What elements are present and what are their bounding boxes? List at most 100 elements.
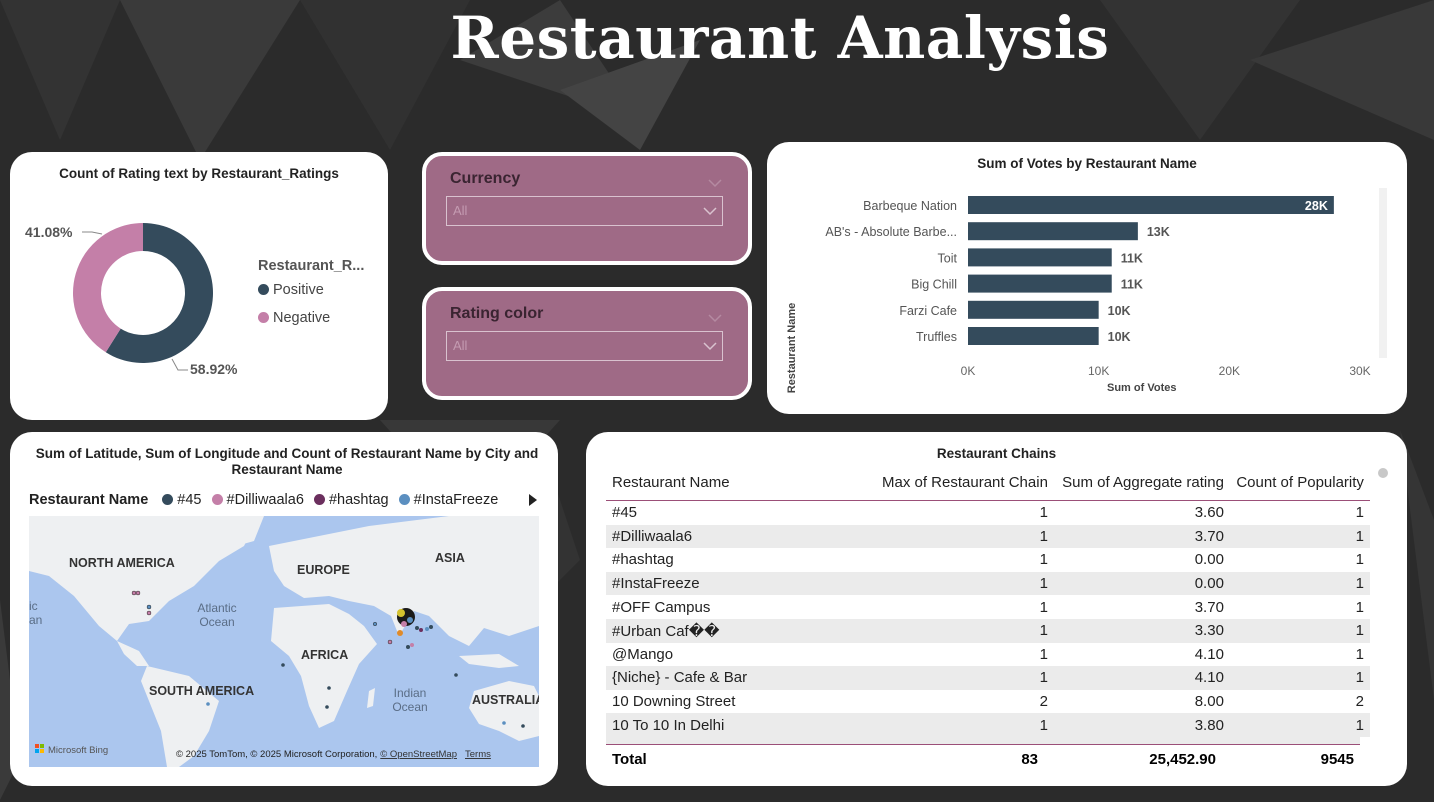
osm-link[interactable]: © OpenStreetMap xyxy=(380,749,457,760)
cell-popularity: 1 xyxy=(1229,713,1370,737)
bar[interactable] xyxy=(968,274,1112,293)
map-label-indian-ocean: Indian Ocean xyxy=(392,686,427,714)
cell-aggregate-rating: 3.70 xyxy=(1194,598,1224,616)
total-chain: 83 xyxy=(1021,751,1038,768)
votes-x-axis-label: Sum of Votes xyxy=(1107,382,1177,394)
table-row[interactable]: @Mango 1 4.10 1 xyxy=(606,643,1370,667)
table-row[interactable]: 10 Downing Street 2 8.00 2 xyxy=(606,690,1370,714)
legend-next-arrow-icon[interactable] xyxy=(528,494,538,506)
cell-restaurant-name: #Urban Caf�� xyxy=(606,618,876,643)
y-category-label: Farzi Cafe xyxy=(899,304,957,318)
column-header-aggregate-rating[interactable]: Sum of Aggregate rating xyxy=(1054,464,1230,501)
map-label-south-america: SOUTH AMERICA xyxy=(149,684,254,698)
map-legend-item[interactable]: #hashtag xyxy=(313,492,389,508)
column-header-popularity[interactable]: Count of Popularity xyxy=(1230,464,1370,501)
legend-marker xyxy=(162,494,174,505)
bar[interactable] xyxy=(968,327,1099,345)
map-legend-label: #Dilliwaala6 xyxy=(226,492,304,508)
currency-dropdown[interactable]: All xyxy=(446,196,723,226)
donut-slice-negative[interactable] xyxy=(73,223,143,353)
cell-popularity: 1 xyxy=(1229,618,1370,643)
map-legend-item[interactable]: #InstaFreeze xyxy=(398,492,499,508)
votes-y-axis-label: Restaurant Name xyxy=(786,302,798,394)
x-tick-label: 30K xyxy=(1349,364,1370,378)
bar[interactable] xyxy=(968,248,1112,267)
table-row[interactable]: 10 To 10 In Delhi 1 3.80 1 xyxy=(606,713,1370,737)
map-attribution: © 2025 TomTom, © 2025 Microsoft Corporat… xyxy=(176,749,491,760)
leader-line xyxy=(82,231,103,235)
legend-marker-negative xyxy=(258,312,269,323)
map-card: Sum of Latitude, Sum of Longitude and Co… xyxy=(10,432,558,786)
cell-max-chain: 1 xyxy=(876,618,1054,643)
votes-bar-card: Sum of Votes by Restaurant Name 0K 10K 20K… xyxy=(767,142,1407,414)
bar[interactable] xyxy=(968,196,1334,214)
table-row[interactable]: #Urban Caf�� 1 3.30 1 xyxy=(606,618,1370,643)
total-label: Total xyxy=(612,751,647,768)
cell-popularity: 1 xyxy=(1355,504,1364,522)
rating-donut-card: Count of Rating text by Restaurant_Ratin… xyxy=(10,152,388,420)
table-row[interactable]: #45 1 3.60 1 xyxy=(606,501,1370,525)
legend-marker xyxy=(398,494,410,505)
terms-link[interactable]: Terms xyxy=(465,749,491,760)
donut-chart: 58.92% 41.08% xyxy=(25,223,238,377)
y-category-label: Truffles xyxy=(916,330,957,344)
table-row[interactable]: {Niche} - Cafe & Bar 1 4.10 1 xyxy=(606,666,1370,690)
collapse-chevron-icon[interactable] xyxy=(708,178,722,188)
cell-popularity: 1 xyxy=(1229,524,1370,549)
map-legend-item[interactable]: #45 xyxy=(162,492,202,508)
donut-legend-title: Restaurant_R... xyxy=(258,258,365,274)
page-title: Restaurant Analysis xyxy=(450,4,1110,72)
table-row[interactable]: #InstaFreeze 1 0.00 1 xyxy=(606,571,1370,596)
leader-line xyxy=(171,358,188,371)
table-row[interactable]: #hashtag 1 0.00 1 xyxy=(606,548,1370,572)
total-popularity: 9545 xyxy=(1320,751,1354,768)
cell-max-chain: 1 xyxy=(876,713,1054,737)
map-legend: Restaurant Name #45 #Dilliwaala6 #hashta… xyxy=(29,492,549,512)
cell-aggregate-rating: 4.10 xyxy=(1194,645,1224,663)
bar-data-label: 28K xyxy=(1305,199,1328,213)
cell-max-chain: 1 xyxy=(876,524,1054,549)
column-header-max-chain[interactable]: Max of Restaurant Chain xyxy=(876,464,1054,501)
collapse-chevron-icon[interactable] xyxy=(708,313,722,323)
cell-aggregate-rating: 0.00 xyxy=(1194,551,1224,569)
cell-popularity: 1 xyxy=(1355,645,1364,663)
currency-slicer-label: Currency xyxy=(450,170,521,187)
column-header-restaurant-name[interactable]: Restaurant Name xyxy=(606,464,876,501)
legend-item-positive[interactable]: Positive xyxy=(258,282,324,298)
table-row[interactable]: #OFF Campus 1 3.70 1 xyxy=(606,595,1370,619)
map-title: Sum of Latitude, Sum of Longitude and Co… xyxy=(35,446,539,477)
cell-restaurant-name: #OFF Campus xyxy=(612,598,711,616)
rating-color-slicer[interactable]: Rating color All xyxy=(422,287,752,400)
table-scrollbar-thumb[interactable] xyxy=(1378,468,1388,478)
cell-popularity: 1 xyxy=(1229,571,1370,596)
map-legend-label: #InstaFreeze xyxy=(413,492,499,508)
map-legend-item[interactable]: #Dilliwaala6 xyxy=(211,492,304,508)
table-row[interactable]: #Dilliwaala6 1 3.70 1 xyxy=(606,524,1370,549)
map-legend-label: #45 xyxy=(177,492,202,508)
bar-data-label: 10K xyxy=(1108,330,1131,344)
map-label-australia: AUSTRALIA xyxy=(472,693,539,707)
total-rating: 25,452.90 xyxy=(1149,751,1216,768)
cell-restaurant-name: 10 To 10 In Delhi xyxy=(606,713,876,737)
rating-color-dropdown[interactable]: All xyxy=(446,331,723,361)
legend-item-negative[interactable]: Negative xyxy=(258,310,330,326)
currency-slicer[interactable]: Currency All xyxy=(422,152,752,265)
map-legend-title: Restaurant Name xyxy=(29,492,149,508)
y-category-label: Toit xyxy=(938,251,958,265)
legend-marker xyxy=(211,494,223,505)
legend-marker xyxy=(313,494,325,505)
y-category-label: AB's - Absolute Barbe... xyxy=(825,225,957,239)
world-map[interactable]: NORTH AMERICA EUROPE ASIA AFRICA SOUTH A… xyxy=(29,516,539,767)
bar[interactable] xyxy=(968,300,1099,319)
cell-popularity: 1 xyxy=(1355,551,1364,569)
legend-label-negative: Negative xyxy=(273,310,331,326)
bar[interactable] xyxy=(968,222,1138,241)
map-label-north-america: NORTH AMERICA xyxy=(69,556,175,570)
cell-aggregate-rating: 4.10 xyxy=(1053,666,1230,690)
bar-data-label: 11K xyxy=(1121,251,1143,265)
votes-scrollbar[interactable] xyxy=(1379,188,1387,358)
map-label-asia: ASIA xyxy=(435,551,465,565)
cell-aggregate-rating: 8.00 xyxy=(1194,693,1224,711)
x-tick-label: 20K xyxy=(1219,364,1240,378)
votes-bar-chart: 0K 10K 20K 30K Barbeque Nation 28K AB's - Abso… xyxy=(825,196,1371,378)
